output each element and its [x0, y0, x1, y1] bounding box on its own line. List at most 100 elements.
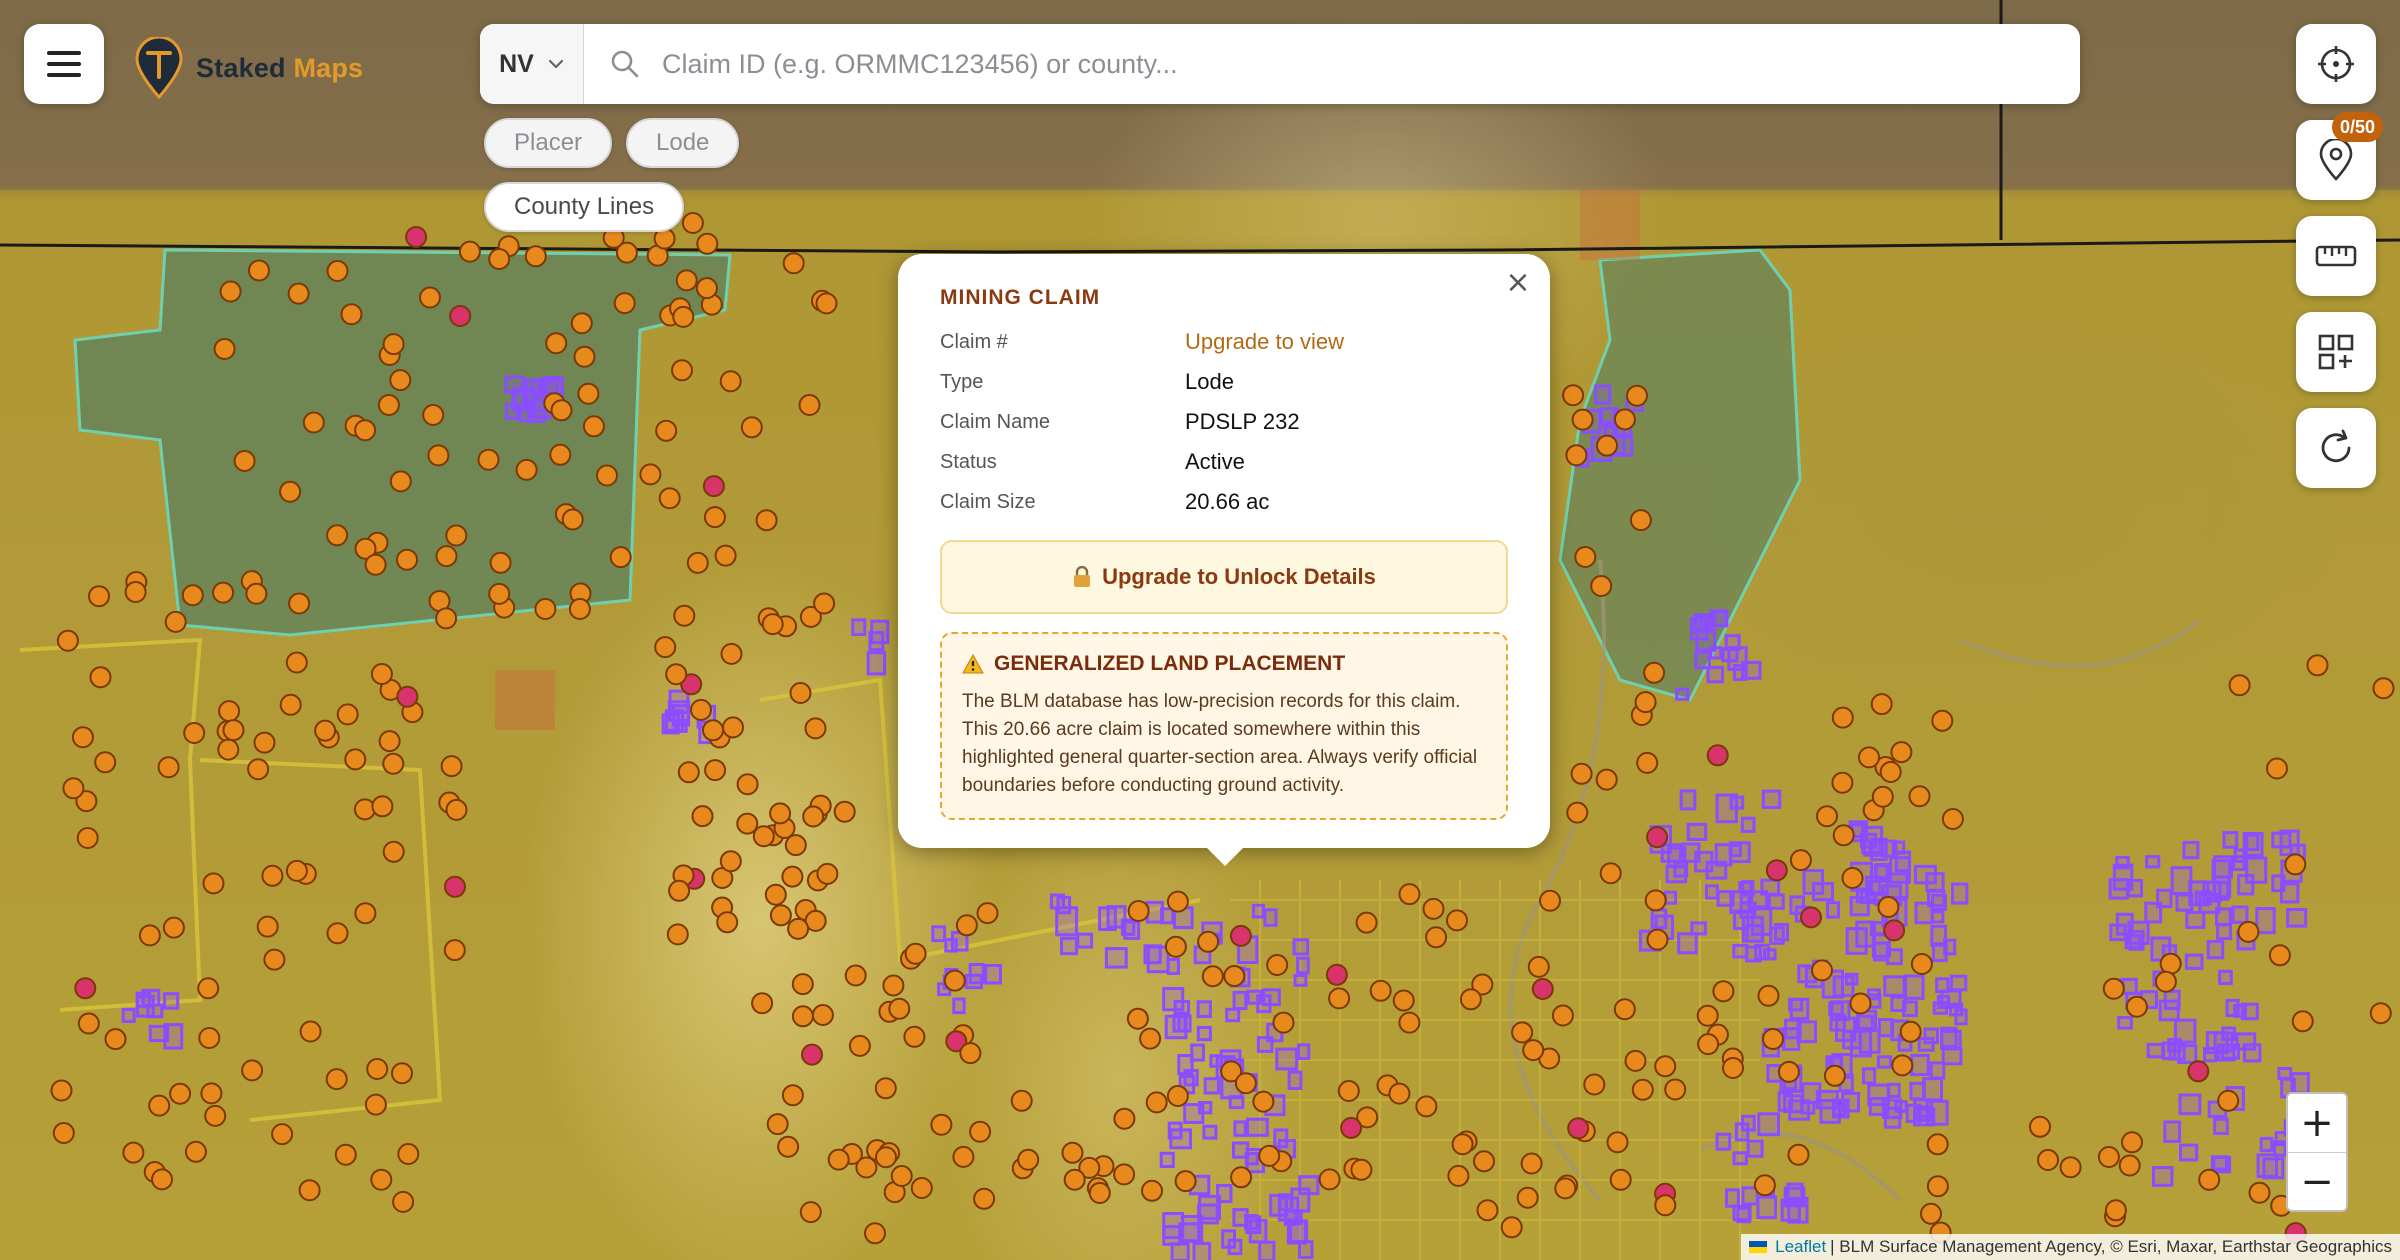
claim-parcel [2279, 882, 2300, 904]
filter-chip-county-lines[interactable]: County Lines [484, 182, 685, 232]
refresh-button[interactable] [2296, 408, 2376, 488]
filter-chip-lode[interactable]: Lode [626, 118, 740, 168]
claim-marker [76, 827, 99, 849]
claim-parcel [163, 1023, 184, 1050]
upgrade-to-view-link[interactable]: Upgrade to view [1185, 329, 1344, 355]
claim-parcel [1728, 841, 1751, 864]
claim-marker [2248, 1181, 2271, 1204]
claim-marker [2154, 970, 2177, 993]
claim-marker [791, 1005, 814, 1028]
claim-parcel [1841, 1091, 1860, 1113]
claim-marker [488, 248, 511, 270]
claim-marker [769, 802, 792, 825]
claim-parcel [2178, 1093, 2202, 1116]
claim-marker [1777, 1060, 1800, 1083]
claim-marker [302, 411, 325, 434]
private-land-area [495, 670, 555, 730]
claim-marker [1415, 1095, 1438, 1118]
saved-count-badge: 0/50 [2332, 112, 2384, 142]
claim-marker [389, 470, 412, 493]
state-select[interactable]: NV [480, 24, 584, 104]
claim-marker [2266, 757, 2288, 780]
claim-marker [811, 1004, 834, 1026]
claim-marker [702, 475, 725, 498]
claim-marker [2372, 677, 2395, 700]
claim-marker [1527, 955, 1550, 978]
claim-marker [736, 773, 759, 796]
claim-marker [1392, 989, 1415, 1012]
claim-parcel [1789, 895, 1806, 915]
claim-parcel [1930, 910, 1945, 924]
claim-parcel [931, 925, 947, 943]
claim-parcel [868, 631, 885, 652]
row-key: Claim # [940, 330, 1008, 353]
claim-parcel [1167, 1121, 1183, 1140]
claim-marker [1141, 1179, 1163, 1202]
claim-marker [1511, 1021, 1534, 1044]
search-icon [610, 49, 650, 79]
claim-parcel [1725, 1188, 1740, 1208]
claim-marker [702, 719, 724, 742]
close-popup-button[interactable]: × [1498, 262, 1538, 302]
claim-marker [813, 592, 836, 615]
claim-marker [930, 1113, 953, 1136]
menu-button[interactable] [24, 24, 104, 104]
claim-parcel [1789, 997, 1810, 1020]
claim-marker [2037, 1149, 2059, 1171]
claim-parcel [1774, 923, 1789, 942]
claim-popup: × MINING CLAIM Claim # Upgrade to view T… [898, 254, 1550, 848]
claim-marker [124, 581, 147, 603]
claim-parcel [1297, 1043, 1311, 1061]
claim-parcel [1925, 1099, 1949, 1126]
claim-marker [1590, 575, 1613, 597]
claim-marker [654, 636, 677, 659]
claim-parcel [1183, 1103, 1205, 1124]
claim-parcel [1738, 880, 1753, 895]
filter-chip-placer[interactable]: Placer [484, 118, 613, 168]
claim-marker [1613, 998, 1636, 1021]
claim-marker [695, 277, 718, 300]
zoom-in-button[interactable]: + [2288, 1094, 2346, 1152]
claim-parcel [2170, 866, 2193, 896]
upgrade-unlock-button[interactable]: Upgrade to Unlock Details [940, 540, 1508, 614]
claim-marker [904, 942, 927, 965]
claim-marker [183, 722, 206, 744]
claim-parcel [135, 991, 152, 1008]
claim-parcel [1246, 989, 1263, 1005]
claim-parcel [1162, 987, 1185, 1012]
app-logo[interactable]: Staked Maps [134, 36, 363, 100]
claim-parcel [2259, 1136, 2274, 1153]
claim-marker [213, 338, 236, 360]
claim-parcel [2152, 1166, 2174, 1187]
measure-button[interactable] [2296, 216, 2376, 296]
claim-marker [1849, 992, 1872, 1015]
claim-marker [903, 1025, 926, 1048]
zoom-out-button[interactable]: − [2288, 1152, 2346, 1210]
claim-marker [2187, 1060, 2210, 1083]
claim-marker [1398, 883, 1421, 906]
claim-status-row: Status Active [940, 442, 1508, 482]
claim-marker [761, 613, 784, 636]
claim-parcel [2240, 1002, 2259, 1021]
claim-marker [382, 752, 405, 775]
claim-marker [405, 226, 428, 248]
claim-marker [2159, 952, 2182, 975]
claim-parcel [1894, 1100, 1908, 1113]
layers-button[interactable] [2296, 312, 2376, 392]
locate-button[interactable] [2296, 24, 2376, 104]
claim-parcel [952, 997, 966, 1015]
claim-parcel [1736, 1206, 1751, 1224]
claim-parcel [1690, 921, 1707, 936]
claim-marker [1654, 1194, 1677, 1217]
claim-marker [233, 450, 256, 472]
row-value: Active [1185, 449, 1245, 474]
claim-marker [789, 682, 812, 704]
search-input[interactable] [662, 34, 2080, 94]
claim-marker [1318, 1168, 1341, 1191]
claim-parcel [2210, 1155, 2228, 1171]
claim-marker [1063, 1168, 1086, 1191]
claim-marker [1696, 1004, 1719, 1027]
claim-marker [1879, 761, 1902, 783]
leaflet-link[interactable]: Leaflet [1775, 1237, 1826, 1257]
claim-marker [1624, 1049, 1647, 1072]
